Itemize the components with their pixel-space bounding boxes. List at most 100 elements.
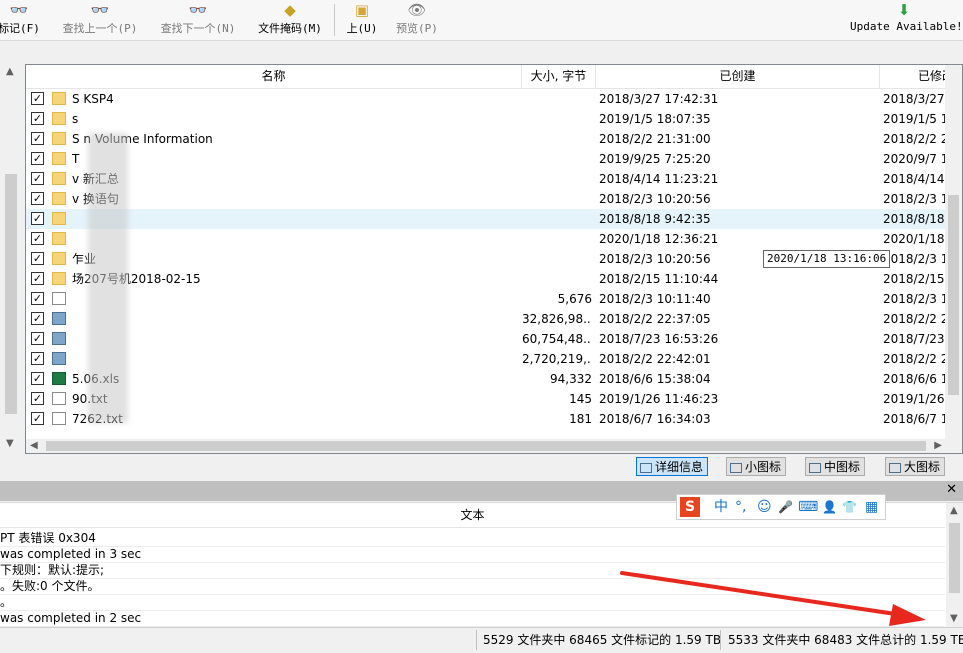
left-pane-scrollbar[interactable]: ▲ ▼ xyxy=(0,64,20,454)
table-row[interactable]: ✓ 32,826,98... 2018/2/2 22:37:05 2018/2/2 2 xyxy=(26,309,962,329)
file-created: 2019/1/26 11:46:23 xyxy=(599,392,719,406)
column-header-size[interactable]: 大小, 字节 xyxy=(522,65,596,88)
table-row[interactable]: ✓ 2018/8/18 9:42:35 2018/8/18 xyxy=(26,209,962,229)
mark-button[interactable]: 👓 标记(F) xyxy=(0,0,44,40)
table-row[interactable]: ✓ 60,754,48... 2018/7/23 16:53:26 2018/7/23 xyxy=(26,329,962,349)
scroll-up-icon[interactable]: ▲ xyxy=(6,66,14,77)
preview-button[interactable]: 👁 预览(P) xyxy=(394,0,440,40)
row-checkbox[interactable]: ✓ xyxy=(31,332,44,345)
view-medium-icons-button[interactable]: 中图标 xyxy=(805,457,866,476)
status-separator xyxy=(720,630,721,650)
table-row[interactable]: ✓ 2,720,219,... 2018/2/2 22:42:01 2018/2/2 … xyxy=(26,349,962,369)
folder-icon xyxy=(52,272,66,285)
file-modified: 2018/2/2 2 xyxy=(883,352,947,366)
small-icons-view-icon xyxy=(730,462,742,473)
row-checkbox[interactable]: ✓ xyxy=(31,392,44,405)
folder-icon xyxy=(52,232,66,245)
row-checkbox[interactable]: ✓ xyxy=(31,172,44,185)
file-mask-button[interactable]: ◆ 文件掩码(M) xyxy=(254,0,326,40)
row-checkbox[interactable]: ✓ xyxy=(31,192,44,205)
scroll-thumb[interactable] xyxy=(948,195,959,395)
ime-chinese-mode[interactable]: 中 xyxy=(714,498,728,516)
ime-toolbox-icon[interactable]: ▦ xyxy=(865,498,878,516)
row-checkbox[interactable]: ✓ xyxy=(31,252,44,265)
img-icon xyxy=(52,332,66,345)
file-size xyxy=(522,249,592,269)
file-name xyxy=(72,349,512,369)
table-row[interactable]: ✓ S n Volume Information 2018/2/2 21:31:00… xyxy=(26,129,962,149)
folder-icon xyxy=(52,252,66,265)
xls-icon xyxy=(52,372,66,385)
table-row[interactable]: ✓ s 2019/1/5 18:07:35 2019/1/5 1 xyxy=(26,109,962,129)
file-modified: 2018/7/23 xyxy=(883,332,945,346)
view-large-icons-button[interactable]: 大图标 xyxy=(885,457,946,476)
ime-emoji-icon[interactable]: ☺ xyxy=(757,498,772,516)
folder-icon xyxy=(52,112,66,125)
table-row[interactable]: ✓ v 换语句 2018/2/3 10:20:56 2018/2/3 1 xyxy=(26,189,962,209)
row-checkbox[interactable]: ✓ xyxy=(31,412,44,425)
file-name: S n Volume Information xyxy=(72,132,213,146)
scroll-thumb[interactable] xyxy=(46,441,926,451)
file-list-horizontal-scrollbar[interactable]: ◀ ▶ xyxy=(26,439,962,453)
table-row[interactable]: ✓ 5,676 2018/2/3 10:11:40 2018/2/3 1 xyxy=(26,289,962,309)
row-checkbox[interactable]: ✓ xyxy=(31,312,44,325)
large-icons-view-icon xyxy=(889,462,901,473)
row-checkbox[interactable]: ✓ xyxy=(31,132,44,145)
scroll-thumb[interactable] xyxy=(5,174,17,414)
row-checkbox[interactable]: ✓ xyxy=(31,212,44,225)
scroll-down-icon[interactable]: ▼ xyxy=(950,613,958,624)
ime-user-icon[interactable]: 👤 xyxy=(822,498,837,516)
up-button[interactable]: ▣ 上(U) xyxy=(343,0,381,40)
scroll-thumb[interactable] xyxy=(949,523,960,593)
close-icon[interactable]: ✕ xyxy=(946,482,957,497)
update-available-button[interactable]: ⬇ Update Available! xyxy=(850,0,963,40)
scroll-right-icon[interactable]: ▶ xyxy=(934,440,942,451)
row-checkbox[interactable]: ✓ xyxy=(31,92,44,105)
view-small-icons-button[interactable]: 小图标 xyxy=(726,457,787,476)
file-name xyxy=(72,229,512,249)
file-list-vertical-scrollbar[interactable] xyxy=(945,65,962,441)
file-created: 2018/6/7 16:34:03 xyxy=(599,412,711,426)
row-checkbox[interactable]: ✓ xyxy=(31,232,44,245)
ime-voice-icon[interactable]: 🎤 xyxy=(778,498,793,516)
file-size: 32,826,98... xyxy=(522,312,592,326)
file-created: 2018/4/14 11:23:21 xyxy=(599,172,719,186)
row-checkbox[interactable]: ✓ xyxy=(31,292,44,305)
scroll-up-icon[interactable]: ▲ xyxy=(950,505,958,516)
column-header-created[interactable]: 已创建 xyxy=(596,65,880,88)
log-panel-scrollbar[interactable]: ▲ ▼ xyxy=(946,503,963,627)
table-row[interactable]: ✓ T 2019/9/25 7:25:20 2020/9/7 1 xyxy=(26,149,962,169)
file-name: v 新汇总 xyxy=(72,172,119,186)
table-row[interactable]: ✓ 7262.txt 181 2018/6/7 16:34:03 2018/6/7 1 xyxy=(26,409,962,429)
find-next-button[interactable]: 👓 查找下一个(N) xyxy=(156,0,240,40)
scroll-left-icon[interactable]: ◀ xyxy=(30,440,38,451)
table-row[interactable]: ✓ S KSP4 2018/3/27 17:42:31 2018/3/27 xyxy=(26,89,962,109)
binoculars-up-icon: 👓 xyxy=(90,1,110,19)
img-icon xyxy=(52,312,66,325)
file-modified: 2018/2/15 xyxy=(883,272,945,286)
row-checkbox[interactable]: ✓ xyxy=(31,152,44,165)
row-checkbox[interactable]: ✓ xyxy=(31,272,44,285)
column-header-name[interactable]: 名称 xyxy=(26,65,522,88)
download-arrow-icon: ⬇ xyxy=(897,1,911,19)
log-line: 。 xyxy=(0,594,945,611)
table-row[interactable]: ✓ v 新汇总 2018/4/14 11:23:21 2018/4/14 xyxy=(26,169,962,189)
file-size xyxy=(522,89,592,109)
ime-punctuation-mode[interactable]: °, xyxy=(735,498,746,516)
row-checkbox[interactable]: ✓ xyxy=(31,372,44,385)
table-row[interactable]: ✓ 2020/1/18 12:36:21 2020/1/18 xyxy=(26,229,962,249)
ime-skin-icon[interactable]: 👕 xyxy=(842,498,857,516)
view-details-button[interactable]: 详细信息 xyxy=(636,457,709,476)
row-checkbox[interactable]: ✓ xyxy=(31,112,44,125)
table-row[interactable]: ✓ 90.txt 145 2019/1/26 11:46:23 2019/1/26 xyxy=(26,389,962,409)
ime-keyboard-icon[interactable]: ⌨ xyxy=(798,498,818,516)
file-size: 145 xyxy=(569,392,592,406)
find-previous-button[interactable]: 👓 查找上一个(P) xyxy=(58,0,142,40)
table-row[interactable]: ✓ 5.06.xls 94,332 2018/6/6 15:38:04 2018/6/… xyxy=(26,369,962,389)
file-modified: 2018/2/2 2 xyxy=(883,132,947,146)
table-row[interactable]: ✓ 场207号机2018-02-15 2018/2/15 11:10:44 2018… xyxy=(26,269,962,289)
redacted-area xyxy=(88,133,128,423)
row-checkbox[interactable]: ✓ xyxy=(31,352,44,365)
scroll-down-icon[interactable]: ▼ xyxy=(6,438,14,449)
sogou-logo-icon[interactable]: S xyxy=(680,497,700,517)
